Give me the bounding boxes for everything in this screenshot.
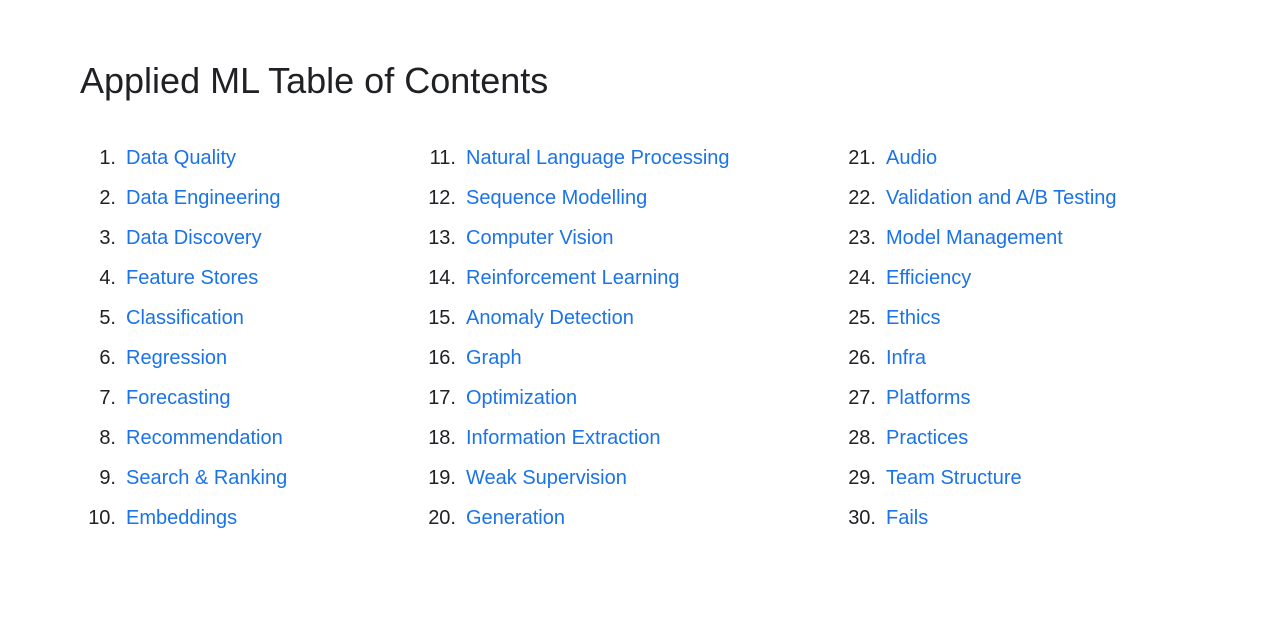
toc-item-link[interactable]: Recommendation [126, 424, 283, 452]
toc-item-number: 25. [840, 304, 876, 332]
toc-item-number: 17. [420, 384, 456, 412]
toc-item-link[interactable]: Practices [886, 424, 968, 452]
toc-item: 6. Regression [80, 338, 420, 378]
toc-item: 28. Practices [840, 418, 1220, 458]
toc-item-number: 14. [420, 264, 456, 292]
toc-item: 4. Feature Stores [80, 258, 420, 298]
toc-item: 11. Natural Language Processing [420, 138, 840, 178]
toc-item-number: 3. [80, 224, 116, 252]
toc-item-link[interactable]: Forecasting [126, 384, 231, 412]
toc-item-number: 23. [840, 224, 876, 252]
toc-item-number: 15. [420, 304, 456, 332]
toc-item-link[interactable]: Infra [886, 344, 926, 372]
toc-item: 16. Graph [420, 338, 840, 378]
toc-item: 25. Ethics [840, 298, 1220, 338]
toc-column-2: 11. Natural Language Processing 12. Sequenc… [420, 138, 840, 538]
toc-item-link[interactable]: Search & Ranking [126, 464, 287, 492]
toc-item-number: 16. [420, 344, 456, 372]
toc-item: 18. Information Extraction [420, 418, 840, 458]
toc-item: 24. Efficiency [840, 258, 1220, 298]
toc-item-link[interactable]: Validation and A/B Testing [886, 184, 1117, 212]
toc-item: 26. Infra [840, 338, 1220, 378]
toc-item-link[interactable]: Classification [126, 304, 244, 332]
toc-item-link[interactable]: Anomaly Detection [466, 304, 634, 332]
toc-item-number: 11. [420, 144, 456, 172]
toc-item-link[interactable]: Audio [886, 144, 937, 172]
toc-item-link[interactable]: Computer Vision [466, 224, 613, 252]
toc-item-number: 8. [80, 424, 116, 452]
toc-item-number: 21. [840, 144, 876, 172]
page-container: Applied ML Table of Contents 1. Data Qual… [0, 0, 1280, 598]
toc-item-link[interactable]: Weak Supervision [466, 464, 627, 492]
toc-item-number: 4. [80, 264, 116, 292]
toc-item-number: 20. [420, 504, 456, 532]
toc-item: 19. Weak Supervision [420, 458, 840, 498]
toc-item: 29. Team Structure [840, 458, 1220, 498]
toc-item-number: 10. [80, 504, 116, 532]
toc-item-link[interactable]: Team Structure [886, 464, 1022, 492]
toc-item-number: 9. [80, 464, 116, 492]
toc-item-link[interactable]: Regression [126, 344, 227, 372]
toc-item-number: 6. [80, 344, 116, 372]
toc-item-link[interactable]: Ethics [886, 304, 940, 332]
toc-item: 1. Data Quality [80, 138, 420, 178]
toc-item-number: 29. [840, 464, 876, 492]
toc-item-number: 24. [840, 264, 876, 292]
toc-item-number: 22. [840, 184, 876, 212]
toc-item-link[interactable]: Data Discovery [126, 224, 262, 252]
page-title: Applied ML Table of Contents [80, 60, 1200, 102]
toc-item-number: 7. [80, 384, 116, 412]
toc-item: 3. Data Discovery [80, 218, 420, 258]
toc-item-number: 28. [840, 424, 876, 452]
toc-item-link[interactable]: Sequence Modelling [466, 184, 647, 212]
toc-item: 27. Platforms [840, 378, 1220, 418]
toc-item-link[interactable]: Data Engineering [126, 184, 281, 212]
toc-item-number: 18. [420, 424, 456, 452]
toc-item-link[interactable]: Feature Stores [126, 264, 258, 292]
toc-item-link[interactable]: Generation [466, 504, 565, 532]
toc-item-number: 30. [840, 504, 876, 532]
toc-item-link[interactable]: Natural Language Processing [466, 144, 730, 172]
toc-item: 5. Classification [80, 298, 420, 338]
toc-item: 9. Search & Ranking [80, 458, 420, 498]
toc-item: 17. Optimization [420, 378, 840, 418]
toc-item: 2. Data Engineering [80, 178, 420, 218]
toc-item-link[interactable]: Optimization [466, 384, 577, 412]
toc-item: 7. Forecasting [80, 378, 420, 418]
toc-item: 20. Generation [420, 498, 840, 538]
toc-item-link[interactable]: Embeddings [126, 504, 237, 532]
toc-item-link[interactable]: Reinforcement Learning [466, 264, 679, 292]
toc-item-link[interactable]: Information Extraction [466, 424, 661, 452]
toc-item-number: 5. [80, 304, 116, 332]
toc-item: 23. Model Management [840, 218, 1220, 258]
toc-item: 8. Recommendation [80, 418, 420, 458]
toc-column-1: 1. Data Quality 2. Data Engineering 3. Data D… [80, 138, 420, 538]
toc-item: 13. Computer Vision [420, 218, 840, 258]
toc-item-number: 19. [420, 464, 456, 492]
toc-grid: 1. Data Quality 2. Data Engineering 3. Data D… [80, 138, 1200, 538]
toc-item-number: 12. [420, 184, 456, 212]
toc-item-number: 27. [840, 384, 876, 412]
toc-item-link[interactable]: Efficiency [886, 264, 971, 292]
toc-column-3: 21. Audio 22. Validation and A/B Testing 23.… [840, 138, 1220, 538]
toc-item: 21. Audio [840, 138, 1220, 178]
toc-item-link[interactable]: Fails [886, 504, 928, 532]
toc-item-number: 26. [840, 344, 876, 372]
toc-item-link[interactable]: Model Management [886, 224, 1063, 252]
toc-item-number: 13. [420, 224, 456, 252]
toc-item-link[interactable]: Graph [466, 344, 522, 372]
toc-item-number: 1. [80, 144, 116, 172]
toc-item: 14. Reinforcement Learning [420, 258, 840, 298]
toc-item: 15. Anomaly Detection [420, 298, 840, 338]
toc-item: 12. Sequence Modelling [420, 178, 840, 218]
toc-item: 22. Validation and A/B Testing [840, 178, 1220, 218]
toc-item: 30. Fails [840, 498, 1220, 538]
toc-item-link[interactable]: Data Quality [126, 144, 236, 172]
toc-item-number: 2. [80, 184, 116, 212]
toc-item: 10. Embeddings [80, 498, 420, 538]
toc-item-link[interactable]: Platforms [886, 384, 970, 412]
